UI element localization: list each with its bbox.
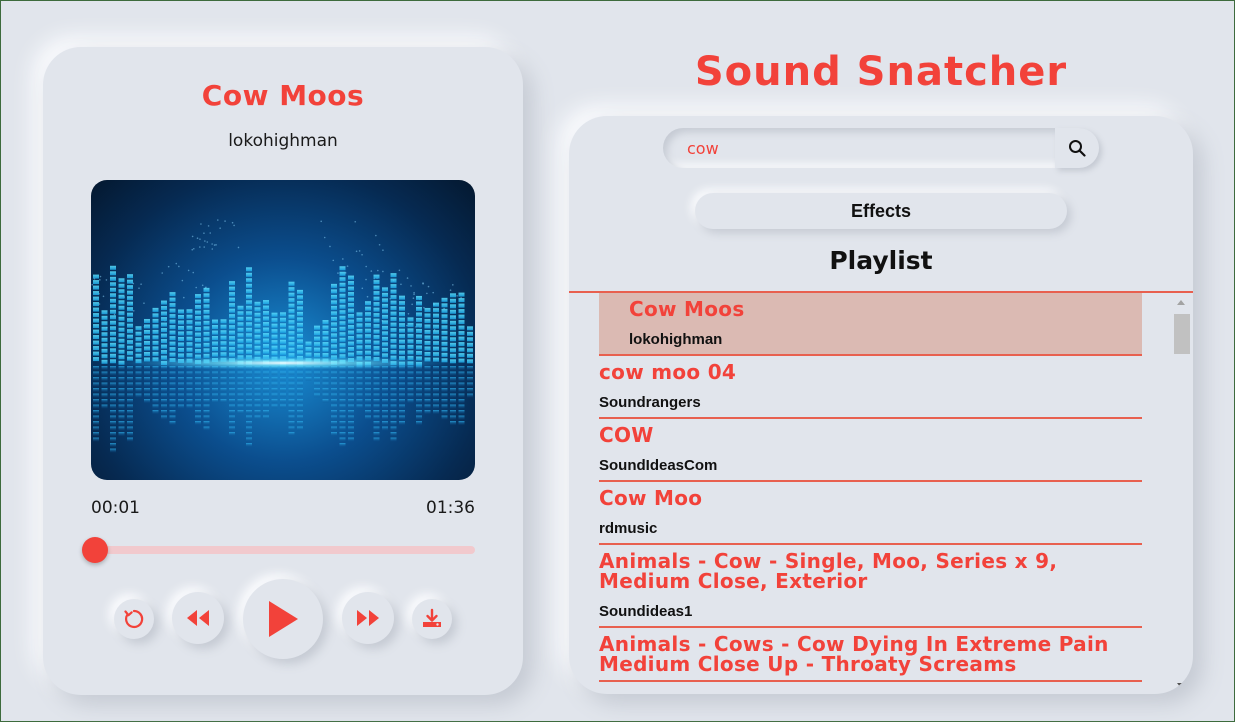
search-button[interactable] [1055,128,1099,168]
fast-forward-button[interactable] [342,592,394,644]
playlist-item-title: Animals - Cow - Single, Moo, Series x 9,… [599,549,1058,593]
rewind-button[interactable] [172,592,224,644]
playlist-item[interactable]: Cow Moo rdmusic [599,482,1142,545]
repeat-icon [124,609,144,629]
playlist-item-artist: Soundideas1 [599,603,693,620]
playlist-item[interactable]: cow moo 04 Soundrangers [599,356,1142,419]
playlist-item-title: Animals - Cows - Cow Dying In Extreme Pa… [599,632,1109,676]
scroll-thumb[interactable] [1174,314,1190,354]
track-title: Cow Moos [201,79,365,112]
rewind-icon [187,610,209,626]
search-panel: Effects Playlist Cow Moos lokohighman cow … [569,116,1193,694]
playlist-item[interactable]: COW SoundIdeasCom [599,419,1142,482]
playlist-item[interactable]: Animals - Cows - Cow Dying In Extreme Pa… [599,628,1142,682]
scroll-up-arrow[interactable] [1177,300,1185,305]
download-icon [423,608,441,627]
fast-forward-icon [357,610,379,626]
playlist-item-artist: rdmusic [599,520,658,537]
scroll-down-arrow[interactable] [1177,683,1185,688]
playlist-title: Playlist [829,246,933,275]
search-bar [663,128,1099,168]
playlist-item-artist: SoundIdeasCom [599,457,718,474]
playlist-item-artist: Soundrangers [599,394,701,411]
repeat-button[interactable] [114,599,154,639]
player-card: Cow Moos lokohighman 00:01 01:36 [43,47,523,695]
app-title: Sound Snatcher [694,49,1068,95]
playlist-item-artist: lokohighman [629,331,723,348]
play-icon [269,601,298,637]
progress-knob[interactable] [81,537,108,563]
playlist-item-title: Cow Moo [599,486,703,510]
play-button[interactable] [243,579,323,659]
playlist-scrollbar[interactable] [1172,293,1190,694]
playlist-item-title: COW [599,423,654,447]
album-art [91,180,475,480]
playlist-item-title: Cow Moos [629,297,745,321]
playlist-item-title: cow moo 04 [599,360,737,384]
playlist-list: Cow Moos lokohighman cow moo 04 Soundranger… [599,293,1142,694]
playlist-item[interactable]: Animals - Cow - Single, Moo, Series x 9,… [599,545,1142,628]
progress-bar[interactable] [81,537,475,563]
playlist-item-active[interactable]: Cow Moos lokohighman [599,293,1142,356]
download-button[interactable] [412,599,452,639]
current-time: 00:01 [91,498,140,518]
search-input[interactable] [663,128,1053,168]
total-time: 01:36 [426,498,475,518]
track-artist: lokohighman [228,131,338,151]
effects-button[interactable]: Effects [695,193,1067,229]
search-icon [1069,140,1086,157]
